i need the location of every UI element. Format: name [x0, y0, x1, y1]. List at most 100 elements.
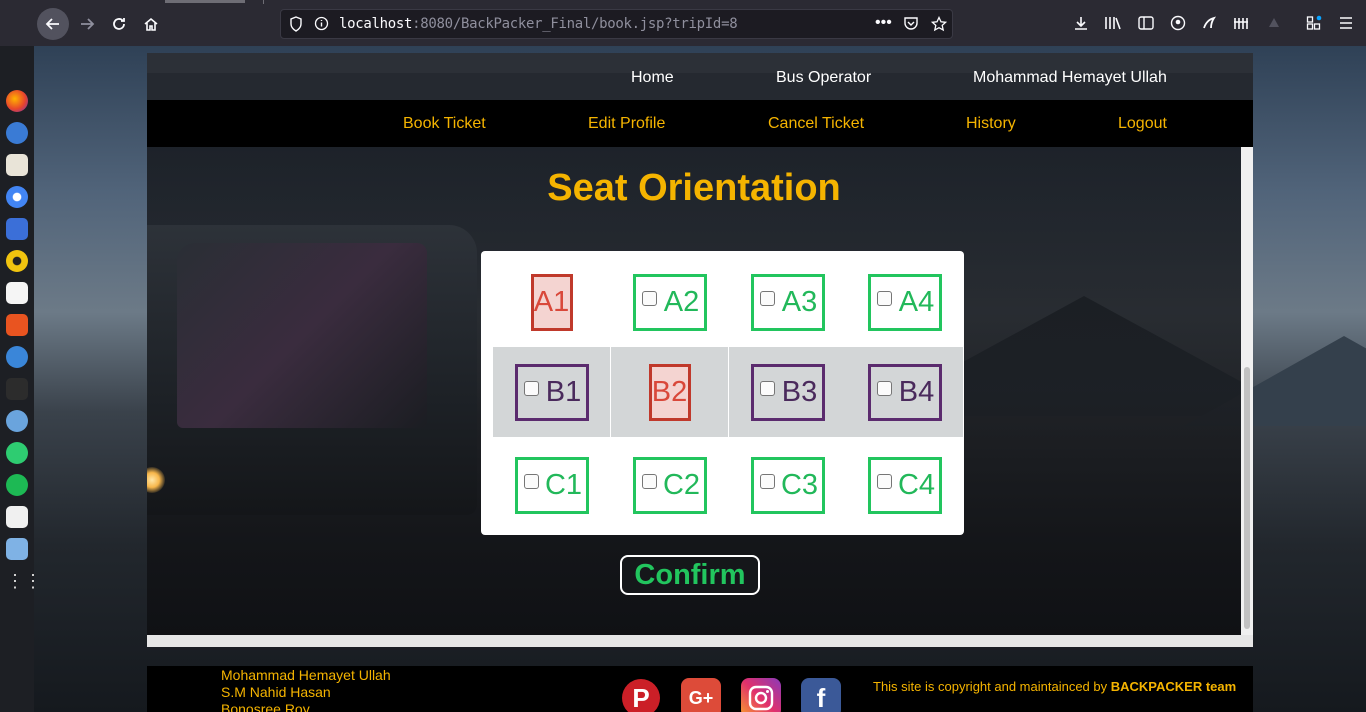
- seat-available[interactable]: C4: [867, 456, 942, 514]
- seat-checkbox[interactable]: [759, 380, 775, 396]
- seat-checkbox[interactable]: [759, 290, 775, 306]
- star-bookmark-icon[interactable]: [930, 15, 948, 35]
- download-icon[interactable]: [1072, 14, 1090, 32]
- menu-cancel-ticket[interactable]: Cancel Ticket: [768, 115, 864, 133]
- seat-checkbox[interactable]: [641, 290, 657, 306]
- seat-booked: A1: [530, 273, 573, 331]
- site-panel: Home Bus Operator Mohammad Hemayet Ullah…: [147, 53, 1253, 647]
- seat-checkbox[interactable]: [523, 380, 539, 396]
- library-icon[interactable]: [1104, 14, 1122, 32]
- seat-checkbox[interactable]: [641, 473, 657, 489]
- seat-available[interactable]: C1: [514, 456, 589, 514]
- menu-logout[interactable]: Logout: [1118, 115, 1167, 133]
- nav-home-link[interactable]: Home: [631, 69, 674, 87]
- pocket-icon[interactable]: [903, 16, 919, 34]
- seat-checkbox[interactable]: [876, 380, 892, 396]
- seat-checkbox[interactable]: [523, 473, 539, 489]
- tab-indicator: [165, 0, 245, 3]
- page-title: Seat Orientation: [547, 167, 841, 209]
- pinterest-icon[interactable]: P: [621, 678, 661, 712]
- text-editor-icon[interactable]: [6, 506, 28, 528]
- confirm-button[interactable]: Confirm: [620, 555, 760, 595]
- svg-text:P: P: [632, 683, 649, 712]
- seat-cell: B2: [611, 347, 728, 437]
- facebook-icon[interactable]: f: [801, 678, 841, 712]
- forward-button[interactable]: [71, 8, 103, 40]
- eclipse-icon[interactable]: [6, 410, 28, 432]
- seat-label: B1: [545, 375, 582, 408]
- home-icon: [144, 17, 158, 31]
- seat-label: A4: [898, 285, 935, 318]
- disabled-extension-icon[interactable]: [1265, 14, 1283, 32]
- seat-label: A3: [781, 285, 818, 318]
- writer-icon[interactable]: [6, 282, 28, 304]
- author-name: Bonosree Roy: [221, 701, 310, 712]
- app-grid-icon[interactable]: ⋮⋮: [6, 570, 42, 592]
- seat-available[interactable]: B3: [750, 363, 825, 421]
- help-icon[interactable]: [6, 346, 28, 368]
- seat-checkbox[interactable]: [876, 290, 892, 306]
- sidebar-icon[interactable]: [1137, 14, 1155, 32]
- seat-available[interactable]: A3: [750, 273, 825, 331]
- seat-checkbox[interactable]: [759, 473, 775, 489]
- menu-bar: Book Ticket Edit Profile Cancel Ticket H…: [147, 100, 1253, 147]
- screenshot-icon[interactable]: [6, 218, 28, 240]
- more-actions-icon[interactable]: •••: [875, 14, 892, 32]
- terminal-icon[interactable]: [6, 378, 28, 400]
- seat-label: C3: [780, 468, 819, 501]
- account-icon[interactable]: [1169, 14, 1187, 32]
- author-name: S.M Nahid Hasan: [221, 684, 331, 700]
- address-bar[interactable]: localhost:8080/BackPacker_Final/book.jsp…: [280, 9, 953, 39]
- google-plus-icon[interactable]: G+: [681, 678, 721, 712]
- seat-available[interactable]: A4: [867, 273, 942, 331]
- chromium-icon[interactable]: [6, 186, 28, 208]
- seat-available[interactable]: B1: [514, 363, 589, 421]
- url-host: localhost: [339, 16, 413, 32]
- instagram-icon[interactable]: [741, 678, 781, 712]
- rhythmbox-icon[interactable]: [6, 250, 28, 272]
- vertical-scroll-thumb[interactable]: [1244, 367, 1250, 629]
- copyright-text: This site is copyright and maintainced b…: [873, 679, 1236, 694]
- thunderbird-icon[interactable]: [6, 122, 28, 144]
- seat-row-c: C1 C2 C3 C4: [493, 440, 963, 530]
- seat-cell: A4: [846, 257, 963, 347]
- extensions-puzzle-icon[interactable]: [1305, 14, 1323, 32]
- nav-bus-operator-link[interactable]: Bus Operator: [776, 69, 871, 87]
- seat-cell: B4: [846, 347, 963, 437]
- shield-icon[interactable]: [289, 16, 303, 35]
- menu-history[interactable]: History: [966, 115, 1016, 133]
- author-name: Mohammad Hemayet Ullah: [221, 667, 391, 683]
- grid-extension-icon[interactable]: [1232, 14, 1250, 32]
- footer: Mohammad Hemayet Ullah S.M Nahid Hasan B…: [147, 666, 1253, 712]
- files-icon[interactable]: [6, 154, 28, 176]
- seat-available[interactable]: A2: [632, 273, 707, 331]
- seat-available[interactable]: C3: [750, 456, 825, 514]
- seat-cell: C1: [493, 440, 610, 530]
- url-text[interactable]: localhost:8080/BackPacker_Final/book.jsp…: [339, 16, 738, 32]
- firefox-icon[interactable]: [6, 90, 28, 112]
- nav-user-name-link[interactable]: Mohammad Hemayet Ullah: [973, 69, 1167, 87]
- software-center-icon[interactable]: [6, 314, 28, 336]
- hamburger-menu-icon[interactable]: [1337, 14, 1355, 32]
- seat-cell: A3: [729, 257, 846, 347]
- copyright-team: BACKPACKER team: [1110, 679, 1237, 694]
- spotify-icon[interactable]: [6, 474, 28, 496]
- menu-edit-profile[interactable]: Edit Profile: [588, 115, 665, 133]
- reload-icon: [113, 18, 125, 30]
- footer-authors: Mohammad Hemayet Ullah S.M Nahid Hasan B…: [221, 667, 391, 712]
- sync-icon[interactable]: [6, 442, 28, 464]
- virtualbox-icon[interactable]: [6, 538, 28, 560]
- seat-checkbox[interactable]: [876, 473, 892, 489]
- info-icon[interactable]: [314, 16, 329, 34]
- extension-icon[interactable]: [1200, 14, 1218, 32]
- horizontal-scrollbar[interactable]: [147, 635, 1253, 647]
- home-button[interactable]: [135, 8, 167, 40]
- seat-available[interactable]: C2: [632, 456, 707, 514]
- menu-book-ticket[interactable]: Book Ticket: [403, 115, 486, 133]
- back-button[interactable]: [37, 8, 69, 40]
- seat-available[interactable]: B4: [867, 363, 942, 421]
- tab-separator: [263, 0, 264, 4]
- seat-cell: B1: [493, 347, 610, 437]
- top-nav: Home Bus Operator Mohammad Hemayet Ullah: [147, 53, 1253, 100]
- reload-button[interactable]: [103, 8, 135, 40]
